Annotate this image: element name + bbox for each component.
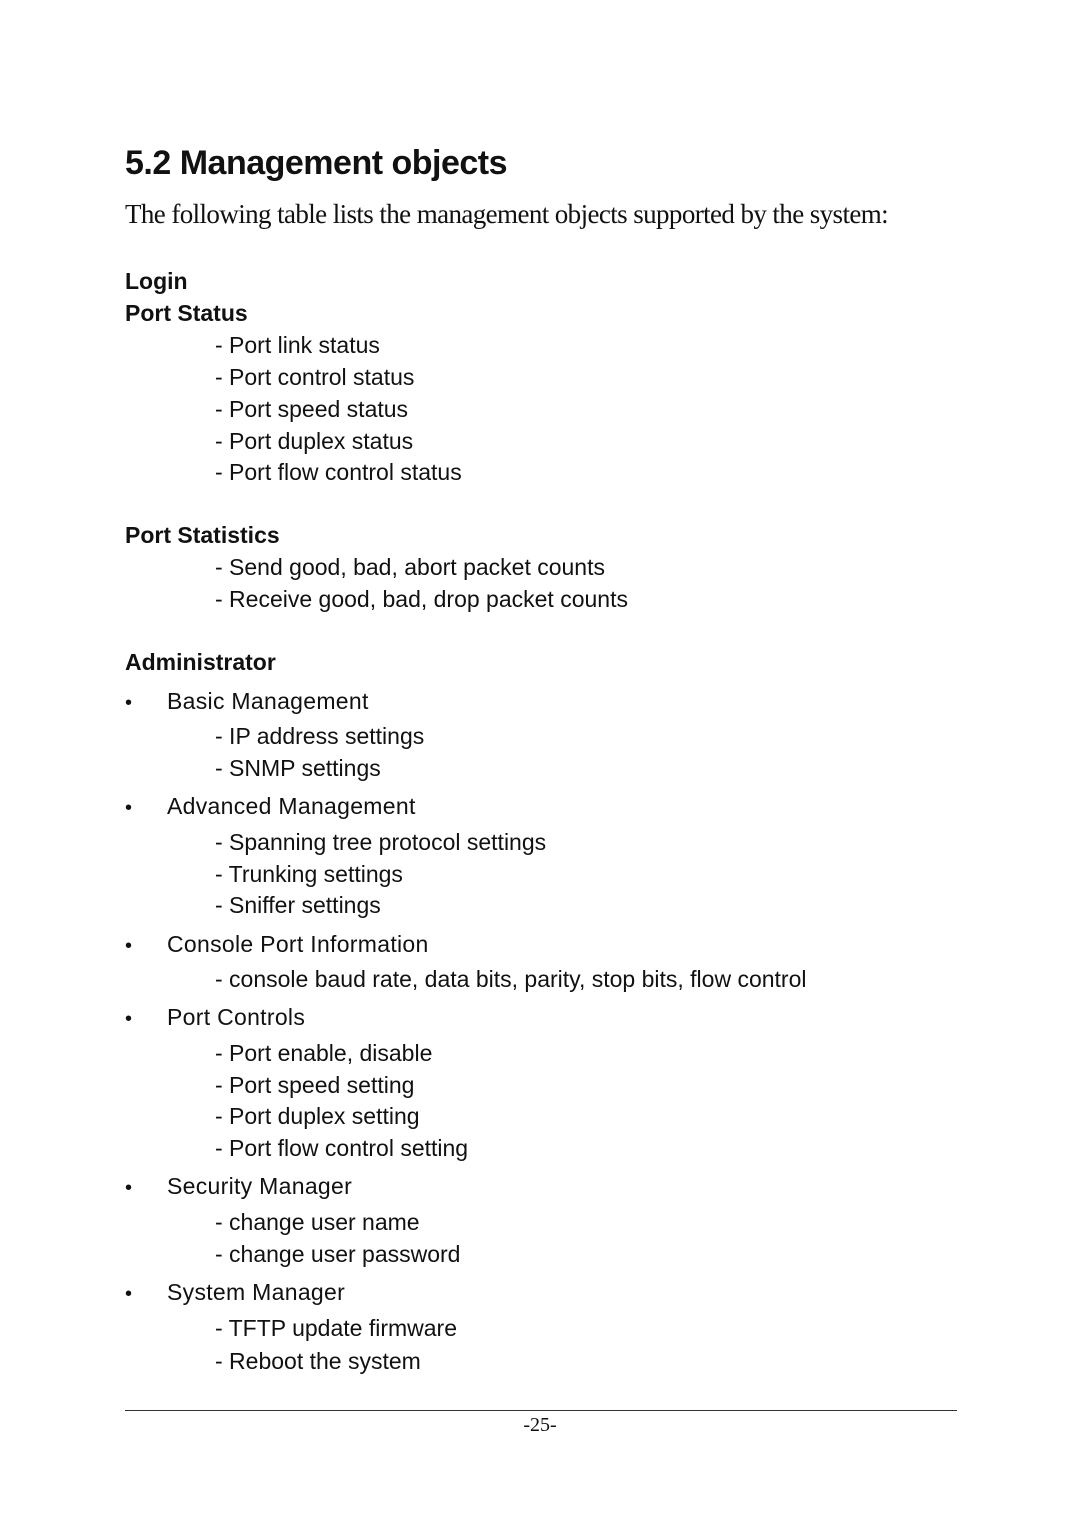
admin-item: - change user name xyxy=(215,1209,420,1235)
admin-item: - IP address settings xyxy=(215,723,425,749)
admin-item: - console baud rate, data bits, parity, … xyxy=(215,966,807,992)
admin-item: - Spanning tree protocol settings xyxy=(215,829,547,855)
login-heading: Login xyxy=(125,268,188,294)
admin-group-label: Console Port Information xyxy=(167,931,429,957)
bullet-icon: • xyxy=(125,1283,133,1305)
admin-item: - SNMP settings xyxy=(215,755,381,781)
section-title: 5.2 Management objects xyxy=(125,144,508,182)
admin-item: - Port speed setting xyxy=(215,1072,415,1098)
port-status-item: - Port flow control status xyxy=(215,459,462,485)
port-statistics-item: - Receive good, bad, drop packet counts xyxy=(215,586,628,612)
admin-item: - TFTP update firmware xyxy=(215,1315,458,1341)
port-statistics-heading: Port Statistics xyxy=(125,522,280,548)
admin-group-console-port-information: • Console Port Information xyxy=(125,929,429,961)
administrator-heading: Administrator xyxy=(125,649,276,675)
footer-divider xyxy=(125,1410,957,1411)
bullet-icon: • xyxy=(125,1008,133,1030)
intro-paragraph: The following table lists the management… xyxy=(125,199,889,229)
admin-item: - Port flow control setting xyxy=(215,1135,469,1161)
port-status-item: - Port control status xyxy=(215,364,415,390)
admin-item: - Port enable, disable xyxy=(215,1040,433,1066)
admin-group-label: Advanced Management xyxy=(167,793,416,819)
bullet-icon: • xyxy=(125,1177,133,1199)
admin-group-system-manager: • System Manager xyxy=(125,1277,345,1309)
port-status-item: - Port duplex status xyxy=(215,428,414,454)
admin-item: - Sniffer settings xyxy=(215,892,381,918)
page-number: -25- xyxy=(523,1414,557,1436)
port-status-heading: Port Status xyxy=(125,300,248,326)
bullet-icon: • xyxy=(125,692,133,714)
admin-item: - Port duplex setting xyxy=(215,1103,420,1129)
admin-group-label: System Manager xyxy=(167,1279,346,1305)
admin-group-advanced-management: • Advanced Management xyxy=(125,791,416,823)
admin-item: - Reboot the system xyxy=(215,1348,421,1374)
port-statistics-item: - Send good, bad, abort packet counts xyxy=(215,554,605,580)
admin-item: - change user password xyxy=(215,1241,461,1267)
bullet-icon: • xyxy=(125,797,133,819)
admin-group-label: Basic Management xyxy=(167,688,369,714)
bullet-icon: • xyxy=(125,935,133,957)
admin-group-security-manager: • Security Manager xyxy=(125,1171,352,1203)
port-status-item: - Port link status xyxy=(215,332,380,358)
admin-group-label: Port Controls xyxy=(167,1004,306,1030)
admin-item: - Trunking settings xyxy=(215,861,403,887)
admin-group-label: Security Manager xyxy=(167,1173,353,1199)
admin-group-port-controls: • Port Controls xyxy=(125,1002,305,1034)
port-status-item: - Port speed status xyxy=(215,396,409,422)
admin-group-basic-management: • Basic Management xyxy=(125,686,369,718)
